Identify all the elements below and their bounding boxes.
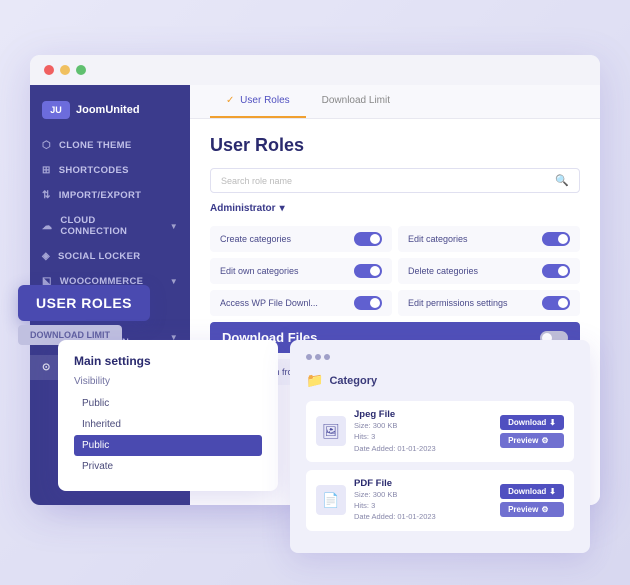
pdf-preview-button[interactable]: Preview ⚙ — [500, 502, 564, 517]
perm-edit-categories: Edit categories — [398, 226, 580, 252]
visibility-option-public1[interactable]: Public — [74, 393, 262, 414]
user-roles-badge: USER ROLES — [18, 285, 150, 321]
jpeg-icon: 🖼 — [316, 416, 346, 446]
folder-icon: 📁 — [306, 372, 323, 389]
sidebar-item-clone-theme[interactable]: ⬡ CLONE THEME — [30, 133, 190, 158]
gear-icon: ⚙ — [541, 505, 548, 514]
search-placeholder: Search role name — [221, 176, 292, 186]
tab-download-limit[interactable]: Download Limit — [306, 85, 406, 118]
perm-label: Create categories — [220, 234, 291, 244]
perm-label: Delete categories — [408, 266, 478, 276]
dot-red[interactable] — [44, 65, 54, 75]
search-bar[interactable]: Search role name 🔍 — [210, 168, 580, 193]
pdf-file-date: Date Added: 01-01-2023 — [354, 511, 492, 522]
pdf-file-size: Size: 300 KB — [354, 489, 492, 500]
dot1 — [306, 354, 312, 360]
clone-theme-icon: ⬡ — [42, 140, 51, 151]
toggle-delete-categories[interactable] — [542, 264, 570, 278]
visibility-option-public2[interactable]: Public — [74, 435, 262, 456]
check-icon: ✓ — [226, 95, 234, 106]
download-icon: ⬇ — [549, 487, 556, 496]
role-dropdown[interactable]: Administrator ▾ — [210, 203, 580, 214]
perm-edit-permissions: Edit permissions settings — [398, 290, 580, 316]
perm-create-categories: Create categories — [210, 226, 392, 252]
sidebar-item-social-locker[interactable]: ◈ SOCIAL LOCKER — [30, 244, 190, 269]
perm-edit-own-categories: Edit own categories — [210, 258, 392, 284]
file-access-icon: ⊙ — [42, 362, 51, 373]
import-export-icon: ⇅ — [42, 190, 51, 201]
search-icon[interactable]: 🔍 — [555, 174, 569, 187]
chevron-down-icon: ▼ — [170, 277, 178, 286]
shortcodes-icon: ⊞ — [42, 165, 51, 176]
jpeg-file-actions: Download ⬇ Preview ⚙ — [500, 415, 564, 448]
jpeg-file-date: Date Added: 01-01-2023 — [354, 443, 492, 454]
page-title: User Roles — [210, 135, 580, 156]
dot2 — [315, 354, 321, 360]
sidebar-item-label: CLONE THEME — [59, 140, 131, 151]
sidebar-item-label: CLOUD CONNECTION — [60, 215, 161, 237]
jpeg-file-size: Size: 300 KB — [354, 420, 492, 431]
visibility-option-private[interactable]: Private — [74, 456, 262, 477]
download-icon: ⬇ — [549, 418, 556, 427]
sidebar-logo: JU JoomUnited — [30, 93, 190, 133]
toggle-edit-own-categories[interactable] — [354, 264, 382, 278]
file-panel-header: 📁 Category — [306, 372, 574, 389]
pdf-file-actions: Download ⬇ Preview ⚙ — [500, 484, 564, 517]
visibility-label: Visibility — [74, 376, 262, 387]
perm-label: Edit own categories — [220, 266, 299, 276]
cloud-icon: ☁ — [42, 221, 52, 232]
jpeg-preview-button[interactable]: Preview ⚙ — [500, 433, 564, 448]
file-item-pdf: 📄 PDF File Size: 300 KB Hits: 3 Date Add… — [306, 470, 574, 531]
dot-yellow[interactable] — [60, 65, 70, 75]
perm-label: Access WP File Downl... — [220, 298, 318, 308]
toggle-edit-permissions[interactable] — [542, 296, 570, 310]
toggle-access-wp[interactable] — [354, 296, 382, 310]
settings-panel: Main settings Visibility Public Inherite… — [58, 340, 278, 491]
sidebar-item-label: IMPORT/EXPORT — [59, 190, 142, 201]
perm-label: Edit categories — [408, 234, 468, 244]
dot-green[interactable] — [76, 65, 86, 75]
permissions-grid: Create categories Edit categories Edit o… — [210, 226, 580, 316]
jpeg-file-hits: Hits: 3 — [354, 431, 492, 442]
logo-text: JoomUnited — [76, 104, 140, 116]
social-locker-icon: ◈ — [42, 251, 50, 262]
browser-titlebar — [30, 55, 600, 85]
visibility-option-inherited[interactable]: Inherited — [74, 414, 262, 435]
file-panel: 📁 Category 🖼 Jpeg File Size: 300 KB Hits… — [290, 340, 590, 553]
jpeg-file-name: Jpeg File — [354, 409, 492, 420]
pdf-file-name: PDF File — [354, 478, 492, 489]
perm-delete-categories: Delete categories — [398, 258, 580, 284]
sidebar-item-label: SHORTCODES — [59, 165, 129, 176]
chevron-down-icon: ▾ — [280, 203, 285, 214]
file-item-jpeg: 🖼 Jpeg File Size: 300 KB Hits: 3 Date Ad… — [306, 401, 574, 462]
logo-icon: JU — [42, 101, 70, 119]
pdf-file-hits: Hits: 3 — [354, 500, 492, 511]
sidebar-item-import-export[interactable]: ⇅ IMPORT/EXPORT — [30, 183, 190, 208]
jpeg-file-info: Jpeg File Size: 300 KB Hits: 3 Date Adde… — [354, 409, 492, 454]
toggle-create-categories[interactable] — [354, 232, 382, 246]
jpeg-download-button[interactable]: Download ⬇ — [500, 415, 564, 430]
chevron-down-icon: ▼ — [170, 222, 178, 231]
sidebar-item-label: SOCIAL LOCKER — [58, 251, 140, 262]
pdf-icon: 📄 — [316, 485, 346, 515]
settings-title: Main settings — [74, 354, 262, 368]
dots-row — [306, 354, 574, 360]
sidebar-item-shortcodes[interactable]: ⊞ SHORTCODES — [30, 158, 190, 183]
pdf-file-info: PDF File Size: 300 KB Hits: 3 Date Added… — [354, 478, 492, 523]
gear-icon: ⚙ — [541, 436, 548, 445]
toggle-edit-categories[interactable] — [542, 232, 570, 246]
tab-user-roles[interactable]: ✓ User Roles — [210, 85, 306, 118]
main-tabs: ✓ User Roles Download Limit — [190, 85, 600, 119]
perm-access-wp: Access WP File Downl... — [210, 290, 392, 316]
pdf-download-button[interactable]: Download ⬇ — [500, 484, 564, 499]
category-label: Category — [329, 375, 377, 387]
perm-label: Edit permissions settings — [408, 298, 508, 308]
sidebar-item-cloud-connection[interactable]: ☁ CLOUD CONNECTION ▼ — [30, 208, 190, 244]
dot3 — [324, 354, 330, 360]
